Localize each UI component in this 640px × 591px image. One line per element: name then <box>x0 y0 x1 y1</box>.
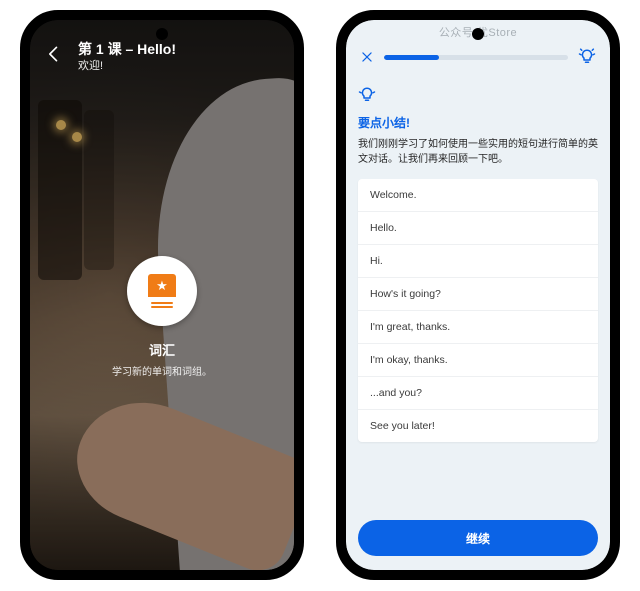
vocab-card[interactable]: ★ <box>127 256 197 326</box>
phrase-row[interactable]: I'm great, thanks. <box>358 311 598 344</box>
vocab-label-block: 词汇 学习新的单词和词组。 <box>30 340 294 378</box>
camera-notch <box>472 28 484 40</box>
phrase-row[interactable]: Hi. <box>358 245 598 278</box>
lightbulb-icon <box>358 86 376 104</box>
section-bulb <box>358 82 598 108</box>
phrase-row[interactable]: Hello. <box>358 212 598 245</box>
lightbulb-hint-icon[interactable] <box>578 48 596 66</box>
phrase-row[interactable]: Welcome. <box>358 179 598 212</box>
progress-fill <box>384 55 439 60</box>
phrase-row[interactable]: How's it going? <box>358 278 598 311</box>
lesson-screen: 第 1 课 – Hello! 欢迎! ★ 词汇 学习新的单词和词组。 <box>30 20 294 570</box>
lesson-subtitle: 欢迎! <box>78 59 176 74</box>
back-arrow-icon[interactable] <box>44 44 64 64</box>
camera-notch <box>156 28 168 40</box>
phrase-row[interactable]: See you later! <box>358 410 598 442</box>
phrase-row[interactable]: ...and you? <box>358 377 598 410</box>
vocab-label: 词汇 <box>30 340 294 359</box>
section-title: 要点小结! <box>358 114 598 131</box>
vocab-icon: ★ <box>147 274 177 308</box>
phrase-card: Welcome.Hello.Hi.How's it going?I'm grea… <box>358 179 598 442</box>
vocab-sublabel: 学习新的单词和词组。 <box>30 363 294 378</box>
summary-screen: 公众号:优Store <box>346 20 610 570</box>
section-desc: 我们刚刚学习了如何使用一些实用的短句进行简单的英文对话。让我们再来回顾一下吧。 <box>358 137 598 167</box>
continue-button[interactable]: 继续 <box>358 520 598 556</box>
lesson-title: 第 1 课 – Hello! <box>78 40 176 58</box>
lesson-header: 第 1 课 – Hello! 欢迎! <box>30 40 294 86</box>
phrase-row[interactable]: I'm okay, thanks. <box>358 344 598 377</box>
summary-content: 要点小结! 我们刚刚学习了如何使用一些实用的短句进行简单的英文对话。让我们再来回… <box>358 82 598 442</box>
phone-frame-left: 第 1 课 – Hello! 欢迎! ★ 词汇 学习新的单词和词组。 <box>20 10 304 580</box>
progress-bar <box>384 55 568 60</box>
summary-topbar <box>346 44 610 70</box>
phone-frame-right: 公众号:优Store <box>336 10 620 580</box>
close-icon[interactable] <box>360 50 374 64</box>
continue-label: 继续 <box>466 530 490 547</box>
